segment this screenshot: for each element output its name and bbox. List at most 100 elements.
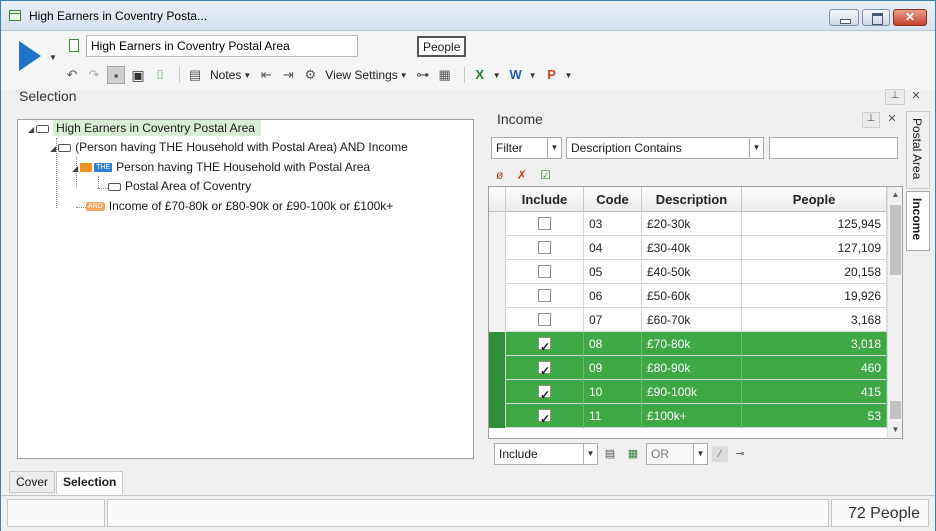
chevron-down-icon[interactable]: ▼ [547,138,561,158]
column-header-people[interactable]: People [742,187,887,212]
row-selector[interactable] [489,236,506,260]
tree-view-icon[interactable]: ⊶ [414,66,432,84]
tree-node-person[interactable]: ◢ THE Person having THE Household with Pos… [72,160,370,174]
view-settings-icon[interactable]: ⚙ [301,66,319,84]
tree-node-root[interactable]: ◢ High Earners in Coventry Postal Area [28,120,261,136]
table-row[interactable]: 09£80-90k460 [489,356,887,383]
grid-scrollbar[interactable]: ▲ ▼ [887,187,902,438]
excel-export-icon[interactable]: X [471,66,489,84]
people-cell: 415 [742,380,887,404]
table-view-icon[interactable]: ▦ [436,66,454,84]
notes-button[interactable]: Notes [210,68,241,82]
collapse-icon[interactable]: ◢ [72,164,78,173]
scroll-down-icon[interactable]: ▼ [888,422,902,438]
row-selector[interactable] [489,356,506,380]
undo-icon[interactable]: ↶ [63,66,81,84]
collapse-icon[interactable]: ◢ [50,144,56,153]
scroll-up-icon[interactable]: ▲ [888,187,902,203]
close-panel-icon[interactable]: ✕ [908,89,924,105]
run-dropdown-icon[interactable]: ▼ [49,53,57,62]
close-window-button[interactable]: ✕ [893,9,927,26]
save-icon[interactable]: ▣ [129,66,147,84]
include-checkbox[interactable] [538,335,551,359]
column-header-description[interactable]: Description [642,187,742,212]
include-checkbox[interactable] [538,289,551,302]
tree-node-postal[interactable]: Postal Area of Coventry [108,179,251,193]
word-dropdown-icon[interactable]: ▼ [529,71,537,80]
chevron-down-icon[interactable]: ▼ [583,444,597,464]
indent-left-icon[interactable]: ⇤ [257,66,275,84]
tree-node-income[interactable]: AND Income of £70-80k or £80-90k or £90-1… [86,199,393,213]
filter-text-input[interactable] [769,137,898,159]
pin-icon[interactable]: ⊥ [885,89,905,105]
database-icon[interactable]: ⌷ [151,66,169,84]
minimize-button[interactable] [829,9,859,26]
tab-cover[interactable]: Cover [9,471,56,493]
view-settings-dropdown-icon[interactable]: ▼ [400,71,408,80]
selection-name-input[interactable] [86,35,358,57]
pencil-icon[interactable]: ∕ [712,446,728,462]
include-checkbox[interactable] [538,359,551,383]
table-row[interactable]: 08£70-80k3,018 [489,332,887,359]
view-settings-button[interactable]: View Settings [325,68,398,82]
table-row[interactable]: 05 £40-50k 20,158 [489,260,887,284]
table-row[interactable]: 11£100k+53 [489,404,887,431]
include-checkbox[interactable] [538,383,551,407]
row-selector[interactable] [489,284,506,308]
grid-icon[interactable]: ▦ [625,446,641,462]
include-checkbox[interactable] [538,313,551,326]
table-row[interactable]: 04 £30-40k 127,109 [489,236,887,260]
pin-icon[interactable]: ⊥ [862,112,880,128]
column-header-include[interactable]: Include [506,187,584,212]
notes-icon[interactable]: ▤ [186,66,204,84]
logic-mode-dropdown[interactable]: OR ▼ [646,443,708,465]
include-checkbox[interactable] [538,265,551,278]
indent-right-icon[interactable]: ⇥ [279,66,297,84]
excel-dropdown-icon[interactable]: ▼ [493,71,501,80]
word-export-icon[interactable]: W [507,66,525,84]
include-checkbox[interactable] [538,241,551,254]
side-tab-postal-area[interactable]: Postal Area [906,111,930,189]
lock-icon[interactable]: ▪ [107,66,125,84]
uncheck-all-icon[interactable]: ✗ [517,168,527,182]
table-row[interactable]: 07 £60-70k 3,168 [489,308,887,332]
powerpoint-export-icon[interactable]: P [543,66,561,84]
tab-selection[interactable]: Selection [56,471,124,495]
chevron-down-icon[interactable]: ▼ [749,138,763,158]
powerpoint-dropdown-icon[interactable]: ▼ [565,71,573,80]
run-icon[interactable] [19,41,41,71]
table-row[interactable]: 03 £20-30k 125,945 [489,212,887,236]
redo-icon[interactable]: ↷ [85,66,103,84]
row-selector[interactable] [489,212,506,236]
chevron-down-icon[interactable]: ▼ [693,444,707,464]
filter-mode-dropdown[interactable]: Description Contains ▼ [566,137,764,159]
include-checkbox[interactable] [538,217,551,230]
scroll-thumb-lower[interactable] [890,401,901,419]
table-row[interactable]: 10£90-100k415 [489,380,887,407]
column-header-code[interactable]: Code [584,187,642,212]
collapse-icon[interactable]: ◢ [28,125,34,134]
edit-list-icon[interactable]: ▤ [602,446,618,462]
row-selector[interactable] [489,308,506,332]
tree-node-label: High Earners in Coventry Postal Area [53,120,261,136]
close-panel-icon[interactable]: ✕ [885,112,899,128]
people-button[interactable]: People [417,36,467,57]
include-checkbox[interactable] [538,407,551,431]
title-bar[interactable]: High Earners in Coventry Posta... ✕ [1,1,935,31]
row-selector[interactable] [489,260,506,284]
clear-all-icon[interactable]: ø [496,168,503,182]
check-all-icon[interactable]: ☑ [540,168,551,182]
add-condition-icon[interactable]: ⊸ [732,446,748,462]
document-icon [69,39,79,52]
scroll-thumb[interactable] [890,205,901,275]
row-selector[interactable] [489,332,506,356]
maximize-button[interactable] [862,9,890,26]
row-selector[interactable] [489,404,506,428]
row-selector[interactable] [489,380,506,404]
filter-dropdown[interactable]: Filter ▼ [491,137,562,159]
include-mode-dropdown[interactable]: Include ▼ [494,443,598,465]
tree-node-and[interactable]: ◢ (Person having THE Household with Posta… [50,140,408,154]
table-row[interactable]: 06 £50-60k 19,926 [489,284,887,308]
side-tab-income[interactable]: Income [906,191,930,251]
notes-dropdown-icon[interactable]: ▼ [243,71,251,80]
